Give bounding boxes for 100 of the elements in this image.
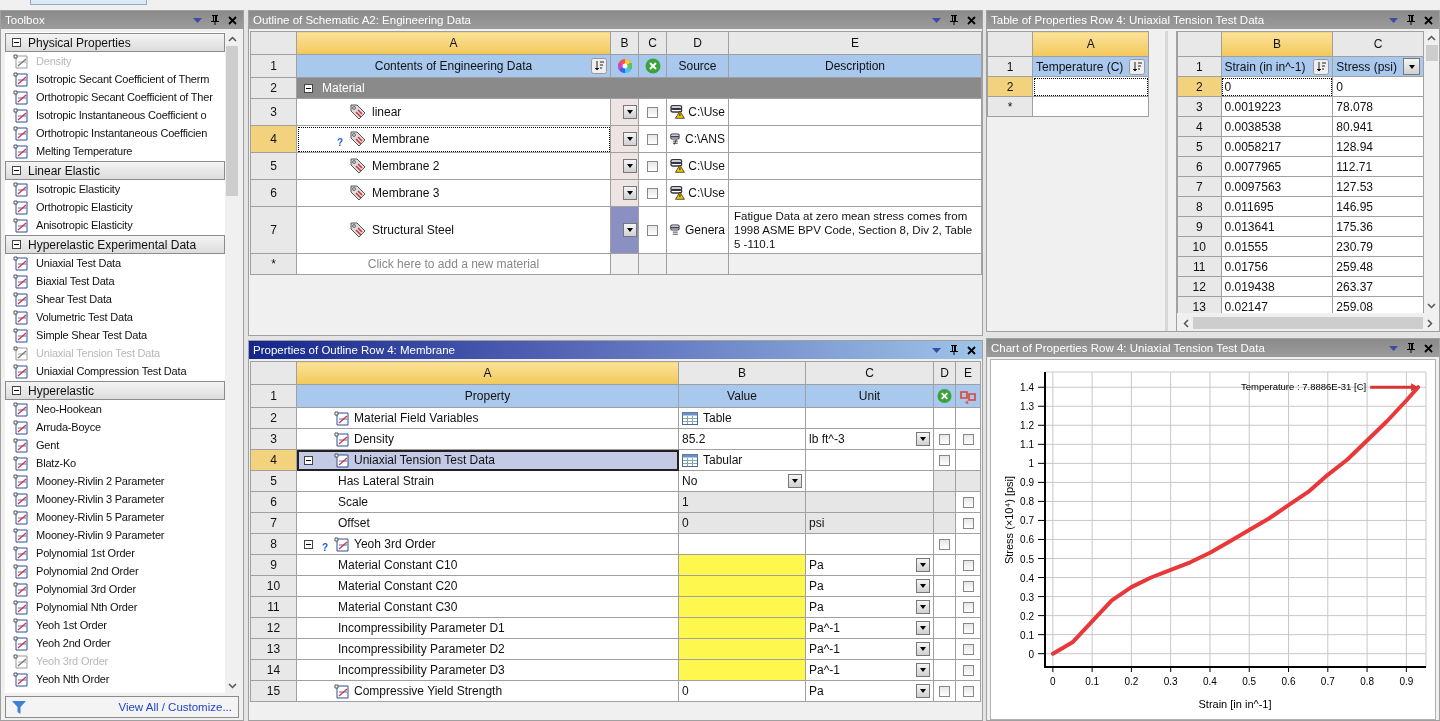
dropdown-button[interactable] (916, 663, 930, 677)
dropdown-button[interactable] (916, 600, 930, 614)
column-header[interactable]: D (666, 31, 729, 55)
unit-cell[interactable]: Pa (805, 596, 934, 618)
scroll-thumb[interactable] (1425, 45, 1438, 61)
scroll-left-icon[interactable] (1183, 318, 1189, 328)
row-number[interactable]: 7 (1177, 176, 1221, 197)
collapse-icon[interactable] (12, 240, 21, 249)
unit-cell[interactable] (805, 449, 934, 471)
scroll-thumb[interactable] (226, 46, 238, 196)
toolbox-item[interactable]: Gent (5, 436, 225, 454)
row-number[interactable]: 8 (1177, 196, 1221, 217)
strain-value[interactable]: 0.0058217 (1221, 136, 1333, 157)
pin-icon[interactable] (211, 15, 219, 25)
strain-value[interactable]: 0.01555 (1221, 236, 1333, 257)
unit-cell[interactable]: Pa^-1 (805, 659, 934, 681)
toolbox-item[interactable]: Melting Temperature (5, 142, 225, 160)
close-icon[interactable] (228, 15, 237, 25)
checkbox[interactable] (647, 107, 658, 119)
checkbox[interactable] (939, 539, 950, 551)
strain-value[interactable]: 0.011695 (1221, 196, 1333, 217)
column-header[interactable]: B (1221, 31, 1333, 57)
toolbox-item[interactable]: Polynomial 1st Order (5, 544, 225, 562)
value-cell[interactable] (678, 533, 806, 555)
toolbox-item[interactable]: Anisotropic Elasticity (5, 216, 225, 234)
stress-value[interactable]: 128.94 (1332, 136, 1424, 157)
toolbox-item[interactable]: Neo-Hookean (5, 400, 225, 418)
dropdown-button[interactable] (916, 621, 930, 635)
toolbox-item[interactable]: Polynomial 3rd Order (5, 580, 225, 598)
column-header[interactable]: A (1032, 31, 1149, 57)
toolbox-item[interactable]: Orthotropic Instantaneous Coefficien (5, 124, 225, 142)
row-number[interactable]: 5 (1177, 136, 1221, 157)
strain-value[interactable]: 0 (1221, 76, 1333, 97)
stress-value[interactable]: 0 (1332, 76, 1424, 97)
toolbox-item[interactable]: Orthotropic Secant Coefficient of Ther (5, 88, 225, 106)
scroll-thumb[interactable] (1193, 317, 1423, 329)
checkbox[interactable] (962, 602, 974, 614)
checkbox[interactable] (939, 434, 950, 446)
column-header[interactable]: C (805, 361, 934, 385)
close-icon[interactable] (1424, 15, 1433, 25)
row-number[interactable]: 6 (250, 491, 297, 513)
row-number[interactable]: 2 (250, 407, 297, 429)
column-header[interactable]: E (728, 31, 982, 55)
checkbox[interactable] (647, 225, 658, 237)
unit-cell[interactable] (805, 407, 934, 429)
checkbox[interactable] (647, 161, 658, 173)
scroll-up-icon[interactable] (227, 36, 237, 42)
dropdown-button[interactable] (916, 642, 930, 656)
unit-cell[interactable] (805, 470, 934, 492)
toolbox-item[interactable]: Uniaxial Test Data (5, 254, 225, 272)
value-cell[interactable]: No (678, 470, 806, 492)
row-number[interactable]: 5 (250, 470, 297, 492)
column-header[interactable]: C (1332, 31, 1424, 57)
row-number[interactable]: 6 (250, 179, 297, 207)
toolbox-item[interactable]: Polynomial Nth Order (5, 598, 225, 616)
toolbox-item[interactable]: Isotropic Elasticity (5, 180, 225, 198)
strain-value[interactable]: 0.0077965 (1221, 156, 1333, 177)
collapse-icon[interactable] (304, 83, 313, 93)
stress-value[interactable]: 146.95 (1332, 196, 1424, 217)
row-number[interactable]: 7 (250, 206, 297, 254)
value-cell[interactable]: 85.2 (678, 428, 806, 450)
dropdown-icon[interactable] (932, 17, 941, 23)
row-number[interactable]: 9 (250, 554, 297, 576)
toolbox-item[interactable]: Yeoh 2nd Order (5, 634, 225, 652)
row-number[interactable]: 15 (250, 680, 297, 702)
dropdown-icon[interactable] (1389, 345, 1398, 351)
column-header[interactable]: A (296, 31, 611, 55)
strain-value[interactable]: 0.013641 (1221, 216, 1333, 237)
checkbox[interactable] (962, 644, 974, 656)
unit-cell[interactable]: Pa (805, 575, 934, 597)
toolbox-item[interactable]: Isotropic Secant Coefficient of Therm (5, 70, 225, 88)
toolbox-item[interactable]: Orthotropic Elasticity (5, 198, 225, 216)
collapse-icon[interactable] (12, 38, 21, 47)
dropdown-icon[interactable] (932, 347, 941, 353)
checkbox[interactable] (962, 665, 974, 677)
strain-value[interactable]: 0.0097563 (1221, 176, 1333, 197)
column-header[interactable]: D (933, 361, 956, 385)
column-header[interactable]: B (678, 361, 806, 385)
dropdown-button[interactable] (916, 684, 930, 698)
unit-cell[interactable]: Pa^-1 (805, 638, 934, 660)
checkbox[interactable] (647, 188, 658, 200)
input-field[interactable] (1032, 76, 1149, 97)
unit-cell[interactable] (805, 533, 934, 555)
toolbox-item[interactable]: Polynomial 2nd Order (5, 562, 225, 580)
toolbox-item[interactable]: Yeoh Nth Order (5, 670, 225, 688)
row-number[interactable]: 14 (250, 659, 297, 681)
filter-icon[interactable] (12, 700, 26, 714)
row-number[interactable]: 12 (1177, 276, 1221, 297)
stress-value[interactable]: 259.48 (1332, 256, 1424, 277)
dropdown-icon[interactable] (1389, 17, 1398, 23)
toolbox-item[interactable]: Shear Test Data (5, 290, 225, 308)
toolbox-item[interactable]: Blatz-Ko (5, 454, 225, 472)
close-icon[interactable] (967, 345, 976, 355)
group-header[interactable]: Linear Elastic (5, 161, 225, 180)
dropdown-button[interactable] (916, 432, 930, 446)
row-number[interactable]: 3 (250, 98, 297, 126)
stress-value[interactable]: 175.36 (1332, 216, 1424, 237)
dropdown-icon[interactable] (193, 17, 202, 23)
strain-value[interactable]: 0.01756 (1221, 256, 1333, 277)
toolbox-item[interactable]: Biaxial Test Data (5, 272, 225, 290)
